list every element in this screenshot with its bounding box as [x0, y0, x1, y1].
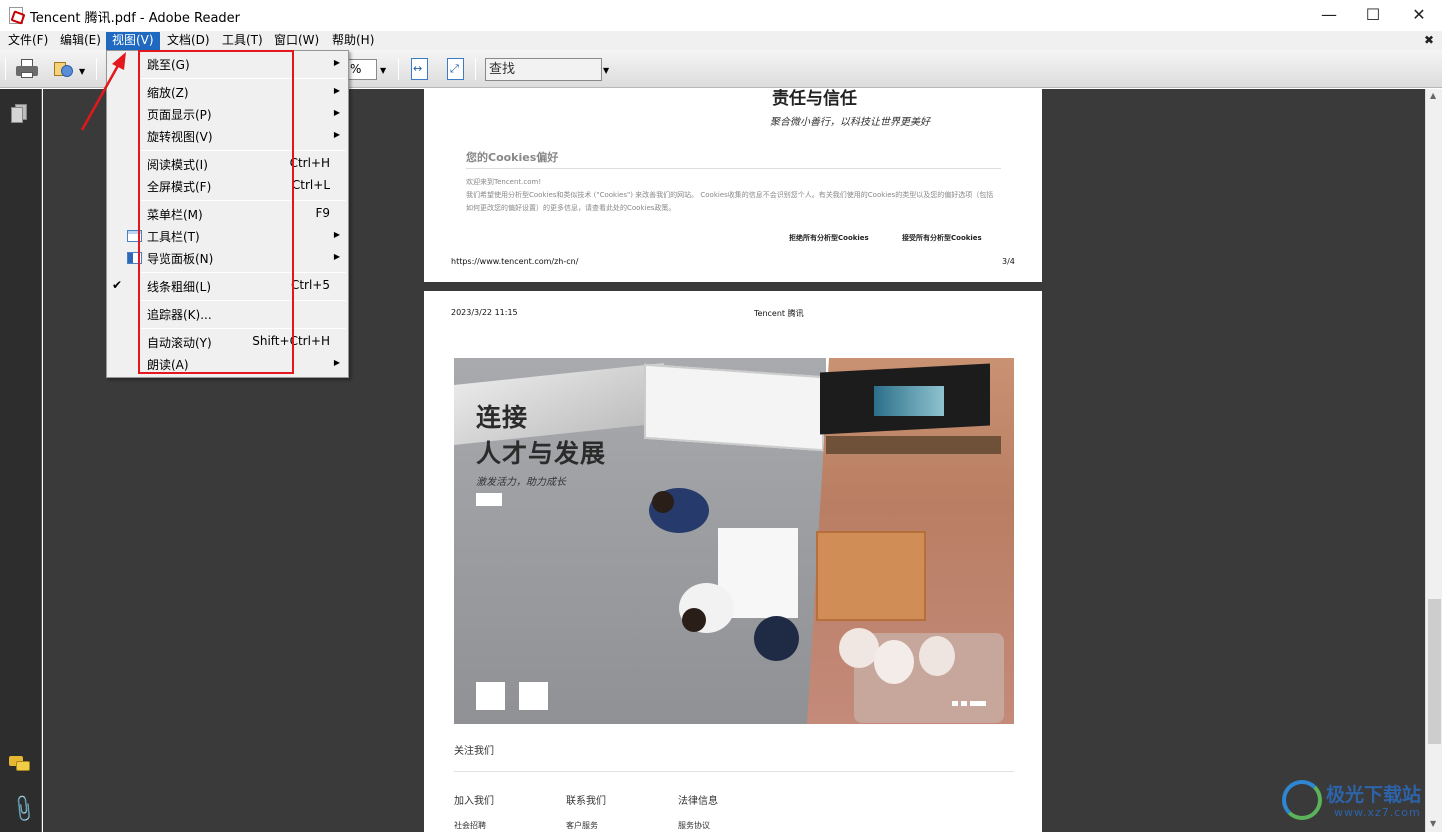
- submenu-arrow-icon: ▶: [333, 230, 340, 239]
- minimize-button[interactable]: —: [1306, 0, 1352, 31]
- toolbar-separator: [475, 58, 476, 80]
- footer-link: 社会招聘: [454, 821, 486, 830]
- menu-shortcut: Ctrl+5: [290, 278, 330, 292]
- zoom-dropdown-icon[interactable]: ▼: [380, 66, 386, 75]
- reject-cookies-button: 拒绝所有分析型Cookies: [789, 234, 869, 242]
- annotation-arrow-icon: [80, 52, 126, 131]
- cookie-body-line: 欢迎来到Tencent.com!: [466, 178, 542, 186]
- watermark-url: www.xz7.com: [1334, 806, 1421, 819]
- submenu-arrow-icon: ▶: [333, 358, 340, 367]
- window-title: Tencent 腾讯.pdf - Adobe Reader: [30, 11, 241, 26]
- search-dropdown-icon[interactable]: ▼: [603, 66, 609, 75]
- submenu-arrow-icon: ▶: [333, 130, 340, 139]
- hero-button-shape: [476, 493, 502, 506]
- footer-column-legal: 法律信息: [678, 796, 718, 807]
- menu-window[interactable]: 窗口(W): [268, 32, 325, 50]
- hero-prev-shape: [476, 682, 505, 710]
- cookie-body-line: 我们希望使用分析型Cookies和类似技术 ("Cookies") 来改善我们的…: [466, 191, 994, 199]
- person-shape: [874, 640, 914, 684]
- hero-subtitle: 激发活力，助力成长: [476, 477, 566, 488]
- menu-view[interactable]: 视图(V): [106, 32, 160, 50]
- print-icon[interactable]: [16, 59, 38, 79]
- table-shape: [816, 531, 926, 621]
- menu-document[interactable]: 文档(D): [161, 32, 216, 50]
- fit-page-icon[interactable]: [447, 58, 464, 80]
- zoom-input[interactable]: %: [347, 59, 377, 80]
- page-heading: 责任与信任: [772, 89, 857, 109]
- page-number: 3/4: [1002, 257, 1015, 266]
- submenu-arrow-icon: ▶: [333, 252, 340, 261]
- hero-title-line2: 人才与发展: [476, 439, 607, 468]
- fit-width-icon[interactable]: [411, 58, 428, 80]
- menu-tools[interactable]: 工具(T): [216, 32, 269, 50]
- menu-shortcut: Ctrl+H: [289, 156, 330, 170]
- footer-column-contact: 联系我们: [566, 796, 606, 807]
- person-shape: [919, 636, 955, 676]
- title-bar: Tencent 腾讯.pdf - Adobe Reader — ☐ ✕: [0, 0, 1442, 31]
- close-document-icon[interactable]: ✖: [1424, 33, 1434, 47]
- submenu-arrow-icon: ▶: [333, 58, 340, 67]
- menu-edit[interactable]: 编辑(E): [54, 32, 107, 50]
- tv-screen-shape: [874, 386, 944, 416]
- menu-help[interactable]: 帮助(H): [326, 32, 380, 50]
- watermark: 极光下载站 www.xz7.com: [1282, 776, 1432, 826]
- follow-us-label: 关注我们: [454, 746, 494, 757]
- page-url: https://www.tencent.com/zh-cn/: [451, 257, 579, 266]
- whiteboard-shape: [644, 363, 824, 452]
- slogan-text: 聚合微小善行，以科技让世界更美好: [770, 117, 930, 128]
- vertical-scrollbar[interactable]: ▲ ▼: [1425, 89, 1442, 832]
- footer-link: 服务协议: [678, 821, 710, 830]
- menu-shortcut: Ctrl+L: [291, 178, 330, 192]
- navigation-pane: [0, 89, 42, 832]
- hero-title-line1: 连接: [476, 403, 529, 432]
- toolbar-separator: [398, 58, 399, 80]
- toolbar-separator: [5, 58, 6, 80]
- search-input[interactable]: 查找: [485, 58, 602, 81]
- close-button[interactable]: ✕: [1396, 0, 1442, 31]
- collaborate-icon[interactable]: [53, 59, 75, 79]
- divider: [466, 168, 1001, 169]
- annotation-highlight-box: [138, 50, 294, 374]
- person-shape: [754, 616, 799, 661]
- site-title: Tencent 腾讯: [754, 309, 804, 318]
- menu-shortcut: F9: [315, 206, 330, 220]
- cabinet-shape: [826, 436, 1001, 454]
- pdf-page-4: 2023/3/22 11:15 Tencent 腾讯 连接 人才与发展 激发活力…: [424, 291, 1042, 832]
- scroll-up-icon[interactable]: ▲: [1430, 91, 1436, 100]
- comments-icon[interactable]: [9, 756, 31, 774]
- carousel-dots: [952, 695, 989, 709]
- watermark-text: 极光下载站: [1326, 784, 1422, 806]
- cookie-body-line: 如何更改您的偏好设置）的更多信息，请查看此处的Cookies政策。: [466, 204, 676, 212]
- print-date: 2023/3/22 11:15: [451, 308, 518, 317]
- divider: [454, 771, 1014, 772]
- submenu-arrow-icon: ▶: [333, 86, 340, 95]
- pdf-page-3: 责任与信任 聚合微小善行，以科技让世界更美好 您的Cookies偏好 欢迎来到T…: [424, 89, 1042, 282]
- person-shape: [839, 628, 879, 668]
- pages-icon[interactable]: [11, 104, 28, 124]
- adobe-reader-icon: [9, 7, 23, 24]
- hero-next-shape: [519, 682, 548, 710]
- person-shape: [652, 491, 674, 513]
- accept-cookies-button: 接受所有分析型Cookies: [902, 234, 982, 242]
- maximize-button[interactable]: ☐: [1350, 0, 1396, 31]
- checkmark-icon: ✔: [112, 278, 123, 292]
- watermark-logo-icon: [1282, 780, 1322, 820]
- hero-image: 连接 人才与发展 激发活力，助力成长: [454, 358, 1014, 724]
- submenu-arrow-icon: ▶: [333, 108, 340, 117]
- menu-bar: 文件(F) 编辑(E) 视图(V) 文档(D) 工具(T) 窗口(W) 帮助(H…: [0, 31, 1442, 50]
- footer-column-join: 加入我们: [454, 796, 494, 807]
- person-shape: [682, 608, 706, 632]
- scrollbar-thumb[interactable]: [1428, 599, 1441, 744]
- menu-file[interactable]: 文件(F): [2, 32, 54, 50]
- cookie-title: 您的Cookies偏好: [466, 151, 559, 164]
- footer-link: 客户服务: [566, 821, 598, 830]
